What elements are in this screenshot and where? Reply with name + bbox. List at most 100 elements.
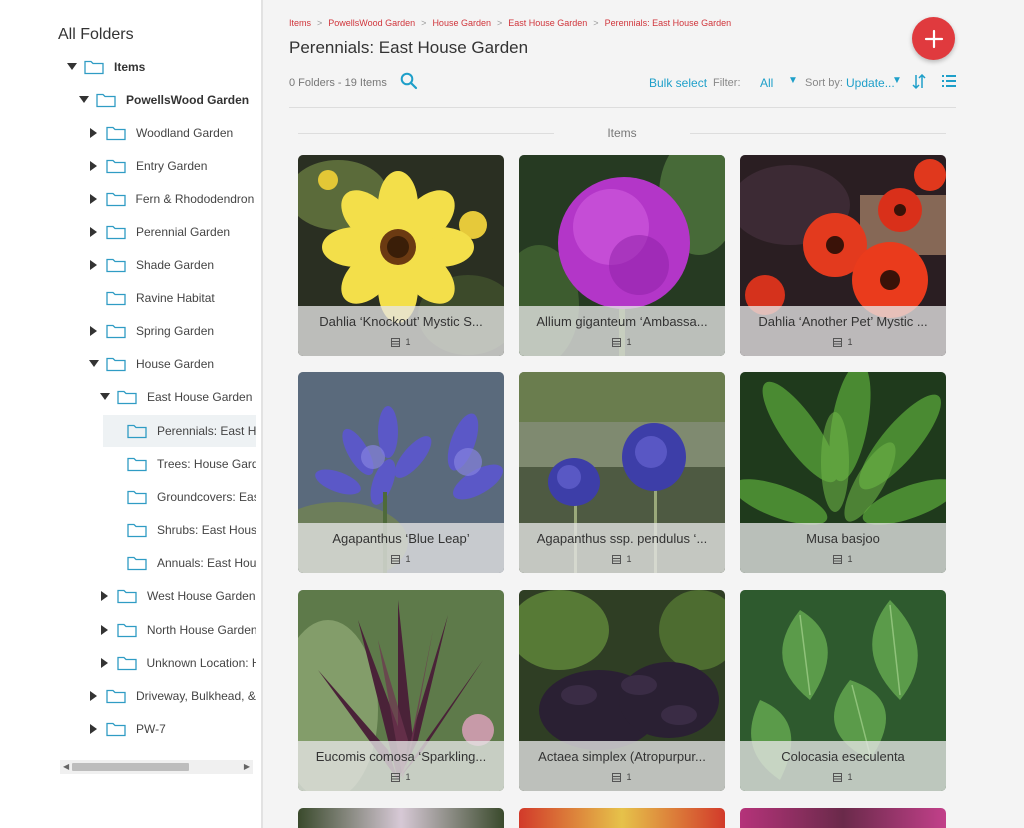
- tree-item-driveway-bulkhead[interactable]: Driveway, Bulkhead, &: [88, 680, 256, 712]
- bulk-select-button[interactable]: Bulk select: [649, 76, 707, 90]
- item-count-badge: 1: [626, 554, 632, 564]
- tree-item-powellswood-garden[interactable]: PowellsWood Garden: [78, 84, 258, 116]
- scroll-left-arrow-icon[interactable]: ◀: [63, 762, 69, 772]
- tree-item-spring-garden[interactable]: Spring Garden: [88, 315, 256, 347]
- plus-icon: [924, 29, 943, 48]
- breadcrumb-item[interactable]: Items: [289, 18, 311, 28]
- breadcrumb-separator: >: [593, 18, 599, 28]
- caret-down-icon[interactable]: [99, 391, 111, 403]
- breadcrumb-item[interactable]: PowellsWood Garden: [328, 18, 415, 28]
- breadcrumb-separator: >: [317, 18, 323, 28]
- tree-item-shrubs-east-house[interactable]: Shrubs: East Hous: [103, 514, 256, 546]
- item-card-partial[interactable]: [519, 808, 725, 828]
- caret-right-icon[interactable]: [99, 624, 111, 636]
- folder-icon: [106, 258, 126, 273]
- folder-icon: [106, 159, 126, 174]
- folder-icon: [106, 357, 126, 372]
- item-name: Eucomis comosa ‘Sparkling...: [315, 749, 487, 764]
- tree-item-unknown-location[interactable]: Unknown Location: H: [99, 647, 256, 679]
- add-button[interactable]: [912, 17, 955, 60]
- tree-item-trees-house-garden[interactable]: Trees: House Gard: [103, 448, 256, 480]
- tree-item-fern-rhododendron[interactable]: Fern & Rhododendron I: [88, 183, 256, 215]
- filter-chevron-down-icon[interactable]: ▼: [788, 75, 798, 86]
- folder-icon: [106, 324, 126, 339]
- tree-item-north-house-garden[interactable]: North House Garden: [99, 614, 256, 646]
- filter-label: Filter:: [713, 77, 741, 89]
- filter-dropdown[interactable]: All: [760, 76, 773, 90]
- tree-item-annuals-east-house[interactable]: Annuals: East Hous: [103, 547, 256, 579]
- sidebar-horizontal-scrollbar[interactable]: ◀ ▶: [60, 760, 253, 774]
- scrollbar-thumb[interactable]: [72, 763, 189, 771]
- caret-right-icon[interactable]: [99, 590, 111, 602]
- caret-right-icon[interactable]: [88, 160, 100, 172]
- tree-item-perennials-east-house[interactable]: Perennials: East Ho: [103, 415, 256, 447]
- folder-icon: [106, 291, 126, 306]
- item-count-badge: 1: [626, 337, 632, 347]
- item-card-partial[interactable]: [298, 808, 504, 828]
- tree-item-woodland-garden[interactable]: Woodland Garden: [88, 117, 256, 149]
- tree-item-groundcovers-east[interactable]: Groundcovers: Eas: [103, 481, 256, 513]
- sort-chevron-down-icon[interactable]: ▼: [892, 75, 902, 86]
- caret-right-icon[interactable]: [88, 690, 100, 702]
- tree-item-ravine-habitat[interactable]: Ravine Habitat: [88, 282, 256, 314]
- stack-icon: [612, 337, 622, 347]
- stack-icon: [833, 337, 843, 347]
- tree-item-west-house-garden[interactable]: West House Garden: [99, 580, 256, 612]
- item-card-partial[interactable]: [740, 808, 946, 828]
- caret-right-icon[interactable]: [88, 226, 100, 238]
- caret-right-icon[interactable]: [88, 259, 100, 271]
- item-card[interactable]: Colocasia eseculenta 1: [740, 590, 946, 791]
- tree-item-pw-7[interactable]: PW-7: [88, 713, 256, 745]
- folder-icon: [84, 60, 104, 75]
- caret-down-icon[interactable]: [66, 61, 78, 73]
- page-title: Perennials: East House Garden: [289, 38, 529, 57]
- item-card[interactable]: Eucomis comosa ‘Sparkling... 1: [298, 590, 504, 791]
- folder-icon: [127, 457, 147, 472]
- caret-right-icon[interactable]: [88, 127, 100, 139]
- item-card[interactable]: Actaea simplex (Atropurpur... 1: [519, 590, 725, 791]
- item-count-badge: 1: [847, 337, 853, 347]
- breadcrumb: Items > PowellsWood Garden > House Garde…: [289, 18, 731, 28]
- caret-right-icon[interactable]: [88, 325, 100, 337]
- item-card[interactable]: Dahlia ‘Another Pet’ Mystic ... 1: [740, 155, 946, 356]
- stack-icon: [391, 554, 401, 564]
- caret-down-icon[interactable]: [88, 358, 100, 370]
- scroll-right-arrow-icon[interactable]: ▶: [244, 762, 250, 772]
- section-divider: [298, 133, 554, 134]
- stack-icon: [833, 554, 843, 564]
- tree-item-perennial-garden[interactable]: Perennial Garden: [88, 216, 256, 248]
- item-name: Allium giganteum ‘Ambassa...: [536, 314, 708, 329]
- item-card[interactable]: Musa basjoo 1: [740, 372, 946, 573]
- item-name: Dahlia ‘Another Pet’ Mystic ...: [758, 314, 928, 329]
- tree-item-house-garden[interactable]: House Garden: [88, 348, 256, 380]
- list-view-icon[interactable]: [942, 75, 956, 87]
- section-label: Items: [607, 126, 637, 140]
- breadcrumb-item[interactable]: East House Garden: [508, 18, 587, 28]
- item-count-badge: 1: [847, 772, 853, 782]
- breadcrumb-item[interactable]: House Garden: [432, 18, 491, 28]
- item-name: Actaea simplex (Atropurpur...: [538, 749, 706, 764]
- folder-icon: [96, 93, 116, 108]
- search-icon[interactable]: [400, 72, 418, 90]
- item-card[interactable]: Agapanthus ssp. pendulus ‘... 1: [519, 372, 725, 573]
- folder-icon: [127, 523, 147, 538]
- tree-item-shade-garden[interactable]: Shade Garden: [88, 249, 256, 281]
- sort-direction-icon[interactable]: [912, 74, 926, 90]
- tree-item-items[interactable]: Items: [66, 51, 256, 83]
- caret-right-icon[interactable]: [88, 723, 100, 735]
- caret-down-icon[interactable]: [78, 94, 90, 106]
- sort-dropdown[interactable]: Update...: [846, 76, 895, 90]
- item-card[interactable]: Agapanthus ‘Blue Leap’ 1: [298, 372, 504, 573]
- tree-item-east-house-garden[interactable]: East House Garden: [99, 381, 256, 413]
- item-card[interactable]: Dahlia ‘Knockout’ Mystic S... 1: [298, 155, 504, 356]
- stack-icon: [391, 772, 401, 782]
- item-count: 0 Folders - 19 Items: [289, 77, 387, 89]
- item-card[interactable]: Allium giganteum ‘Ambassa... 1: [519, 155, 725, 356]
- folder-icon: [117, 623, 137, 638]
- breadcrumb-separator: >: [421, 18, 427, 28]
- caret-right-icon[interactable]: [99, 657, 111, 669]
- tree-item-entry-garden[interactable]: Entry Garden: [88, 150, 256, 182]
- item-name: Musa basjoo: [806, 531, 880, 546]
- breadcrumb-item-current[interactable]: Perennials: East House Garden: [605, 18, 732, 28]
- caret-right-icon[interactable]: [88, 193, 100, 205]
